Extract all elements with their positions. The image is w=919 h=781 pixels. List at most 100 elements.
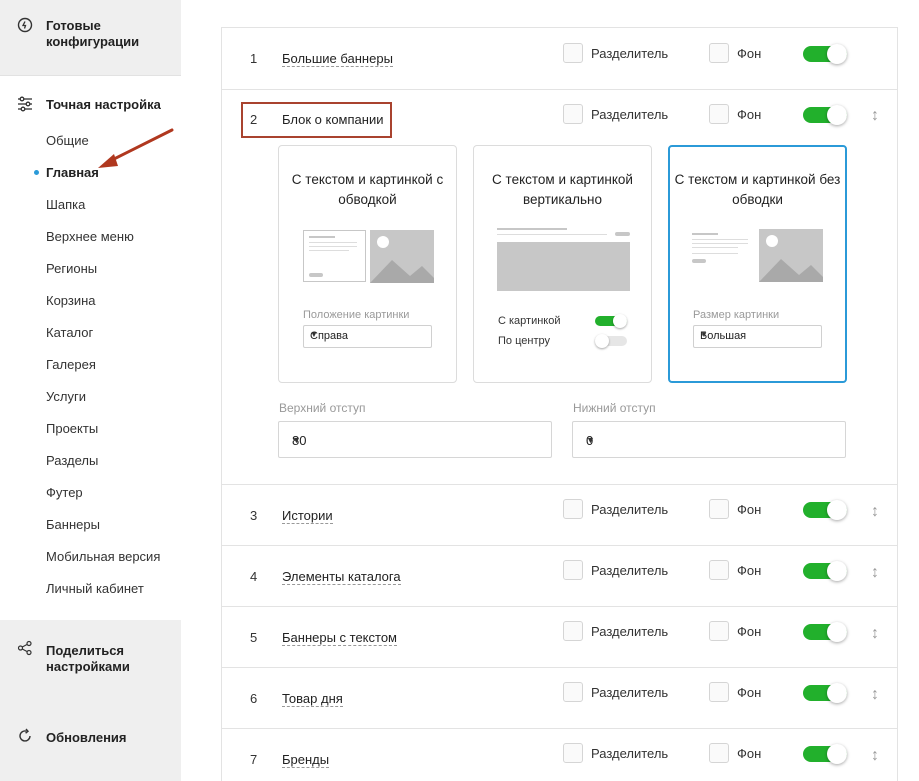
drag-handle-icon[interactable]: ↕ bbox=[870, 624, 880, 644]
ready-configs-section[interactable]: Готовые конфигурации bbox=[0, 0, 181, 76]
with-image-toggle[interactable] bbox=[595, 314, 627, 328]
updates-section[interactable]: Обновления bbox=[0, 708, 181, 781]
sidebar-item-cart[interactable]: Корзина bbox=[46, 293, 96, 309]
sidebar-item-account[interactable]: Личный кабинет bbox=[46, 581, 144, 597]
divider-checkbox[interactable] bbox=[563, 621, 583, 641]
drag-handle-icon[interactable]: ↕ bbox=[870, 685, 880, 705]
background-checkbox[interactable] bbox=[709, 499, 729, 519]
row-number: 2 bbox=[250, 112, 258, 127]
fine-tuning-title: Точная настройка bbox=[46, 97, 161, 112]
row-name[interactable]: Элементы каталога bbox=[282, 569, 401, 585]
caret-down-icon: ▼ bbox=[700, 330, 708, 339]
divider-label: Разделитель bbox=[591, 502, 669, 517]
row-toggle[interactable] bbox=[803, 500, 847, 520]
background-checkbox[interactable] bbox=[709, 621, 729, 641]
row-toggle[interactable] bbox=[803, 622, 847, 642]
divider-checkbox[interactable] bbox=[563, 560, 583, 580]
share-settings-section[interactable]: Поделиться настройками bbox=[0, 620, 181, 708]
row-toggle[interactable] bbox=[803, 105, 847, 125]
background-checkbox[interactable] bbox=[709, 743, 729, 763]
divider-label: Разделитель bbox=[591, 746, 669, 761]
divider-checkbox[interactable] bbox=[563, 682, 583, 702]
row-number: 4 bbox=[250, 569, 258, 584]
bottom-padding-select[interactable]: 0 ▼ bbox=[572, 421, 846, 458]
row-name[interactable]: Бренды bbox=[282, 752, 330, 768]
sidebar-item-regions[interactable]: Регионы bbox=[46, 261, 97, 277]
row-name[interactable]: Блок о компании bbox=[282, 112, 383, 127]
layout-card-bordered[interactable]: С текстом и картинкой с обводкой Положен… bbox=[278, 145, 457, 383]
sidebar-item-general[interactable]: Общие bbox=[46, 133, 89, 149]
background-label: Фон bbox=[737, 502, 762, 517]
sidebar-item-top-menu[interactable]: Верхнее меню bbox=[46, 229, 134, 245]
configs-icon bbox=[17, 17, 33, 33]
block-row-expanded: 2 Блок о компании Разделитель Фон ↕ С те… bbox=[222, 90, 897, 485]
block-row: 7 Бренды Разделитель Фон ↕ bbox=[222, 729, 897, 781]
image-position-select[interactable]: Справа ▼ bbox=[303, 325, 432, 348]
row-number: 7 bbox=[250, 752, 258, 767]
block-row: 4 Элементы каталога Разделитель Фон ↕ bbox=[222, 546, 897, 607]
sliders-icon bbox=[17, 96, 33, 112]
drag-handle-icon[interactable]: ↕ bbox=[870, 502, 880, 522]
active-dot bbox=[34, 170, 39, 175]
sidebar-item-footer[interactable]: Футер bbox=[46, 485, 83, 501]
drag-handle-icon[interactable]: ↕ bbox=[870, 106, 880, 126]
row-toggle[interactable] bbox=[803, 44, 847, 64]
sidebar-item-services[interactable]: Услуги bbox=[46, 389, 86, 405]
divider-label: Разделитель bbox=[591, 563, 669, 578]
updates-title: Обновления bbox=[46, 730, 127, 745]
card-title: С текстом и картинкой вертикально bbox=[492, 172, 633, 207]
divider-label: Разделитель bbox=[591, 46, 669, 61]
row-name[interactable]: Истории bbox=[282, 508, 333, 524]
settings-sidebar: Готовые конфигурации Точная настройка Об… bbox=[0, 0, 181, 781]
row-number: 3 bbox=[250, 508, 258, 523]
sidebar-item-mobile[interactable]: Мобильная версия bbox=[46, 549, 160, 565]
block-row: 5 Баннеры с текстом Разделитель Фон ↕ bbox=[222, 607, 897, 668]
divider-checkbox[interactable] bbox=[563, 104, 583, 124]
background-label: Фон bbox=[737, 46, 762, 61]
sidebar-item-main[interactable]: Главная bbox=[46, 165, 99, 181]
row-toggle[interactable] bbox=[803, 561, 847, 581]
row-name[interactable]: Товар дня bbox=[282, 691, 343, 707]
row-toggle[interactable] bbox=[803, 683, 847, 703]
blocks-panel: 1 Большие баннеры Разделитель Фон 2 Блок… bbox=[221, 27, 898, 781]
background-checkbox[interactable] bbox=[709, 104, 729, 124]
block-row: 6 Товар дня Разделитель Фон ↕ bbox=[222, 668, 897, 729]
image-size-label: Размер картинки bbox=[693, 309, 780, 321]
background-label: Фон bbox=[737, 107, 762, 122]
caret-down-icon: ▼ bbox=[292, 435, 301, 445]
refresh-icon bbox=[17, 728, 33, 744]
sidebar-item-gallery[interactable]: Галерея bbox=[46, 357, 96, 373]
row-name[interactable]: Большие баннеры bbox=[282, 51, 393, 67]
sidebar-item-projects[interactable]: Проекты bbox=[46, 421, 98, 437]
layout-card-vertical[interactable]: С текстом и картинкой вертикально С карт… bbox=[473, 145, 652, 383]
share-settings-title: Поделиться настройками bbox=[46, 643, 130, 674]
background-checkbox[interactable] bbox=[709, 682, 729, 702]
layout-card-borderless[interactable]: С текстом и картинкой без обводки Размер… bbox=[668, 145, 847, 383]
background-checkbox[interactable] bbox=[709, 43, 729, 63]
row-toggle[interactable] bbox=[803, 744, 847, 764]
ready-configs-title: Готовые конфигурации bbox=[46, 18, 140, 49]
caret-down-icon: ▼ bbox=[310, 330, 318, 339]
sidebar-item-catalog[interactable]: Каталог bbox=[46, 325, 93, 341]
top-padding-select[interactable]: 80 ▼ bbox=[278, 421, 552, 458]
share-icon bbox=[17, 640, 33, 656]
divider-checkbox[interactable] bbox=[563, 499, 583, 519]
divider-checkbox[interactable] bbox=[563, 743, 583, 763]
background-checkbox[interactable] bbox=[709, 560, 729, 580]
divider-label: Разделитель bbox=[591, 685, 669, 700]
drag-handle-icon[interactable]: ↕ bbox=[870, 746, 880, 766]
drag-handle-icon[interactable]: ↕ bbox=[870, 563, 880, 583]
divider-checkbox[interactable] bbox=[563, 43, 583, 63]
background-label: Фон bbox=[737, 563, 762, 578]
row-name[interactable]: Баннеры с текстом bbox=[282, 630, 397, 646]
sidebar-item-header[interactable]: Шапка bbox=[46, 197, 85, 213]
image-size-select[interactable]: Большая ▼ bbox=[693, 325, 822, 348]
sidebar-item-sections[interactable]: Разделы bbox=[46, 453, 98, 469]
image-position-label: Положение картинки bbox=[303, 309, 410, 321]
center-toggle[interactable] bbox=[595, 334, 627, 348]
divider-label: Разделитель bbox=[591, 624, 669, 639]
background-label: Фон bbox=[737, 624, 762, 639]
sidebar-item-banners[interactable]: Баннеры bbox=[46, 517, 100, 533]
background-label: Фон bbox=[737, 746, 762, 761]
card-title: С текстом и картинкой без обводки bbox=[674, 172, 841, 207]
